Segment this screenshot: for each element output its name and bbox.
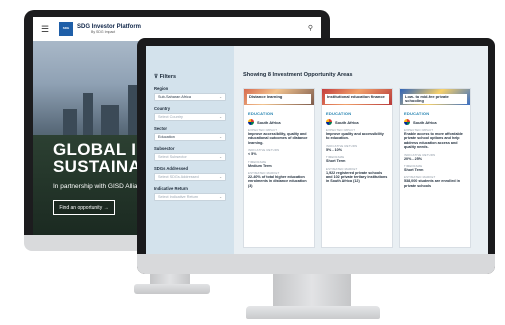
filter-select-value: Sub-Saharan Africa	[158, 95, 191, 99]
card-category: EDUCATION	[248, 111, 274, 116]
filter-label: SDGs Addressed	[154, 166, 189, 171]
filter-select[interactable]: Select Indicative Return ⌄	[154, 193, 226, 201]
front-monitor-chin	[137, 254, 495, 274]
card-title: Institutional education finance	[325, 94, 389, 104]
chevron-down-icon: ⌄	[219, 115, 222, 119]
card-timeframe: Short Term	[326, 159, 346, 164]
back-monitor-base	[134, 284, 210, 294]
card-estimated-market: 22-40% of total higher education enrolme…	[248, 175, 307, 188]
card-expected-impact: Improve accessibility, quality and educa…	[248, 132, 308, 145]
card-body: EDUCATION South Africa EXPECTED IMPACT Enab…	[400, 105, 470, 188]
filters-title: Filters	[159, 74, 177, 80]
brand-subtitle: By SDG Impact	[91, 29, 116, 34]
chevron-down-icon: ⌄	[219, 95, 222, 99]
opportunity-cards: Distance learning EDUCATION South Africa EX…	[243, 88, 479, 248]
card-timeframe: Medium Term	[248, 163, 272, 168]
card-image: Institutional education finance	[322, 89, 392, 105]
chevron-down-icon: ⌄	[219, 135, 222, 139]
front-monitor-base	[246, 306, 380, 319]
card-timeframe: Short Term	[404, 168, 424, 173]
user-icon[interactable]: ⚲	[308, 24, 313, 32]
opportunity-card[interactable]: Distance learning EDUCATION South Africa EX…	[243, 88, 315, 248]
brand-title: SDG Investor Platform	[77, 23, 142, 30]
filter-select-value: Select Country	[158, 115, 183, 119]
filter-select[interactable]: Sub-Saharan Africa ⌄	[154, 93, 226, 101]
brand[interactable]: SDG Investor Platform By SDG Impact	[77, 24, 141, 35]
results-heading: Showing 8 Investment Opportunity Areas	[243, 72, 353, 78]
south-africa-flag-icon	[404, 119, 410, 125]
card-expected-impact: Enable access to more affordable private…	[404, 132, 463, 150]
card-estimated-market: 1,922 registered private schools and 102…	[326, 170, 388, 184]
filter-groups: Region Sub-Saharan Africa ⌄ Country Select C…	[154, 86, 226, 201]
filters-heading: ⊽ Filters	[154, 74, 226, 80]
card-country-name: South Africa	[335, 119, 359, 125]
results-panel: Showing 8 Investment Opportunity Areas D…	[234, 46, 488, 254]
filter-label: Country	[154, 106, 171, 111]
front-monitor-stand	[273, 274, 351, 310]
chevron-down-icon: ⌄	[219, 155, 222, 159]
filter-select[interactable]: Select Subsector ⌄	[154, 153, 226, 161]
front-monitor-screen: ⊽ Filters Region Sub-Saharan Africa ⌄ Count…	[146, 46, 488, 254]
south-africa-flag-icon	[248, 119, 254, 125]
filter-select-value: Education	[158, 135, 175, 139]
filter-select-value: Select Subsector	[158, 155, 187, 159]
south-africa-flag-icon	[326, 119, 332, 125]
card-category: EDUCATION	[404, 111, 430, 116]
filter-select-value: Select SDGs Addressed	[158, 175, 199, 179]
card-country: South Africa	[248, 119, 310, 125]
card-country: South Africa	[326, 119, 388, 125]
filter-icon: ⊽	[154, 74, 159, 80]
filter-select[interactable]: Select SDGs Addressed ⌄	[154, 173, 226, 181]
card-category: EDUCATION	[326, 111, 352, 116]
card-body: EDUCATION South Africa EXPECTED IMPACT Impr…	[322, 105, 392, 184]
filter-select-value: Select Indicative Return	[158, 195, 199, 199]
filters-sidebar: ⊽ Filters Region Sub-Saharan Africa ⌄ Count…	[146, 46, 234, 254]
un-logo-icon: SDG	[59, 22, 73, 36]
card-image: Distance learning	[244, 89, 314, 105]
card-title: Distance learning	[247, 94, 311, 104]
filter-label: Indicative Return	[154, 186, 188, 191]
card-indicative-return: < 5%	[248, 152, 257, 157]
card-indicative-return: 20% - 25%	[404, 156, 423, 161]
card-body: EDUCATION South Africa EXPECTED IMPACT Impr…	[244, 105, 314, 188]
filter-select[interactable]: Select Country ⌄	[154, 113, 226, 121]
chevron-down-icon: ⌄	[219, 175, 222, 179]
card-expected-impact: Improve quality and accessibility to edu…	[326, 132, 384, 141]
menu-icon[interactable]: ☰	[41, 24, 55, 35]
card-indicative-return: 5% - 10%	[326, 147, 342, 152]
opportunity-card[interactable]: Low- to mid-fee private schooling EDUCATI…	[399, 88, 471, 248]
find-opportunity-button[interactable]: Find an opportunity →	[53, 200, 115, 215]
filter-label: Sector	[154, 126, 168, 131]
card-country-name: South Africa	[257, 119, 281, 125]
card-estimated-market: 538,000 students are enrolled in private…	[404, 179, 460, 188]
hero-subtitle: In partnership with GISD Alliance	[53, 183, 149, 190]
filter-label: Region	[154, 86, 169, 91]
card-country: South Africa	[404, 119, 466, 125]
opportunity-card[interactable]: Institutional education finance EDUCATION…	[321, 88, 393, 248]
card-country-name: South Africa	[413, 119, 437, 125]
device-mockup-scene: ☰ SDG SDG Investor Platform By SDG Impac…	[0, 0, 505, 325]
filter-select[interactable]: Education ⌄	[154, 133, 226, 141]
card-image: Low- to mid-fee private schooling	[400, 89, 470, 105]
card-title: Low- to mid-fee private schooling	[403, 94, 467, 104]
chevron-down-icon: ⌄	[219, 195, 222, 199]
filter-label: Subsector	[154, 146, 175, 151]
